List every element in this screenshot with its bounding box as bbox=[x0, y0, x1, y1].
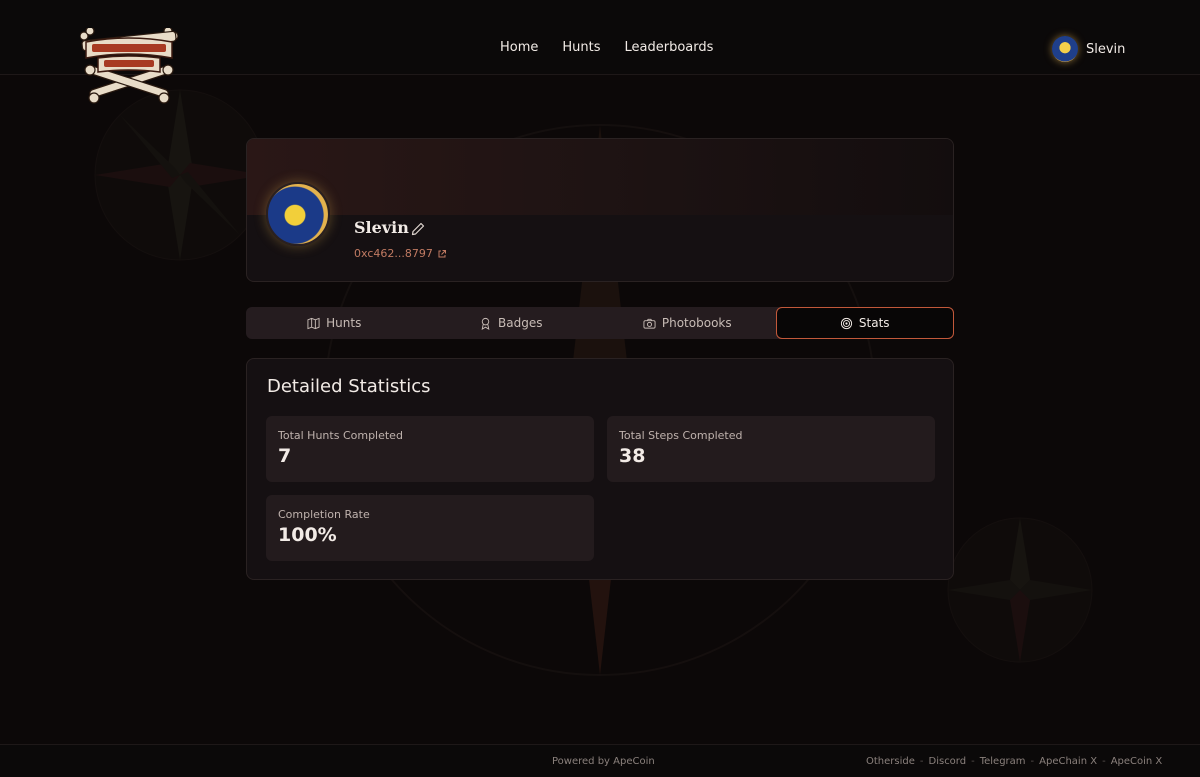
profile-avatar bbox=[266, 182, 330, 246]
footer-link-otherside[interactable]: Otherside bbox=[866, 756, 915, 767]
footer-link-discord[interactable]: Discord bbox=[929, 756, 967, 767]
profile-name: Slevin bbox=[354, 218, 409, 237]
footer: Powered by ApeCoin Otherside - Discord -… bbox=[0, 744, 1200, 777]
main-nav: Home Hunts Leaderboards bbox=[500, 40, 713, 55]
stats-title: Detailed Statistics bbox=[267, 376, 431, 397]
footer-links: Otherside - Discord - Telegram - ApeChai… bbox=[866, 756, 1162, 767]
stat-label: Total Steps Completed bbox=[619, 429, 743, 442]
pencil-edit-icon[interactable] bbox=[410, 221, 426, 237]
stat-label: Completion Rate bbox=[278, 508, 370, 521]
stats-card: Detailed Statistics Total Hunts Complete… bbox=[246, 358, 954, 580]
separator: - bbox=[1102, 756, 1106, 767]
tab-label: Hunts bbox=[326, 316, 362, 330]
map-icon bbox=[307, 317, 320, 329]
profile-tabs: Hunts Badges Photobooks Stats bbox=[246, 307, 954, 339]
stat-total-steps: Total Steps Completed 38 bbox=[607, 416, 935, 482]
target-icon bbox=[840, 317, 852, 329]
award-icon bbox=[481, 317, 490, 330]
user-name: Slevin bbox=[1086, 41, 1126, 57]
top-header: Home Hunts Leaderboards Slevin bbox=[0, 0, 1200, 75]
nav-hunts[interactable]: Hunts bbox=[562, 40, 600, 55]
stat-total-hunts: Total Hunts Completed 7 bbox=[266, 416, 594, 482]
stat-value: 100% bbox=[278, 524, 337, 546]
avatar bbox=[1052, 36, 1078, 62]
separator: - bbox=[1030, 756, 1035, 767]
external-link-icon bbox=[438, 249, 446, 257]
tab-label: Stats bbox=[858, 316, 890, 330]
tab-label: Badges bbox=[498, 316, 543, 330]
powered-by-text: Powered by ApeCoin bbox=[552, 756, 655, 767]
footer-link-apecoin-x[interactable]: ApeCoin X bbox=[1111, 756, 1163, 767]
stat-label: Total Hunts Completed bbox=[278, 429, 403, 442]
nav-leaderboards[interactable]: Leaderboards bbox=[625, 40, 714, 55]
nav-home[interactable]: Home bbox=[500, 40, 538, 55]
user-menu[interactable]: Slevin bbox=[1052, 36, 1125, 62]
footer-link-apechain-x[interactable]: ApeChain X bbox=[1039, 756, 1097, 767]
profile-banner bbox=[247, 139, 953, 215]
footer-link-telegram[interactable]: Telegram bbox=[980, 756, 1026, 767]
separator: - bbox=[919, 756, 924, 767]
stat-value: 38 bbox=[619, 445, 646, 467]
stat-completion-rate: Completion Rate 100% bbox=[266, 495, 594, 561]
profile-card bbox=[246, 138, 954, 282]
tab-stats[interactable]: Stats bbox=[775, 307, 954, 339]
separator: - bbox=[971, 756, 975, 767]
tab-label: Photobooks bbox=[661, 316, 732, 330]
wallet-address: 0xc462...8797 bbox=[354, 247, 433, 260]
camera-icon bbox=[643, 318, 656, 329]
stat-value: 7 bbox=[278, 445, 292, 467]
tab-photobooks[interactable]: Photobooks bbox=[599, 307, 776, 339]
blackbeards-bounty-logo[interactable] bbox=[80, 28, 178, 104]
wallet-address-link[interactable]: 0xc462...8797 bbox=[354, 247, 447, 260]
tab-hunts[interactable]: Hunts bbox=[246, 307, 423, 339]
tab-badges[interactable]: Badges bbox=[423, 307, 600, 339]
